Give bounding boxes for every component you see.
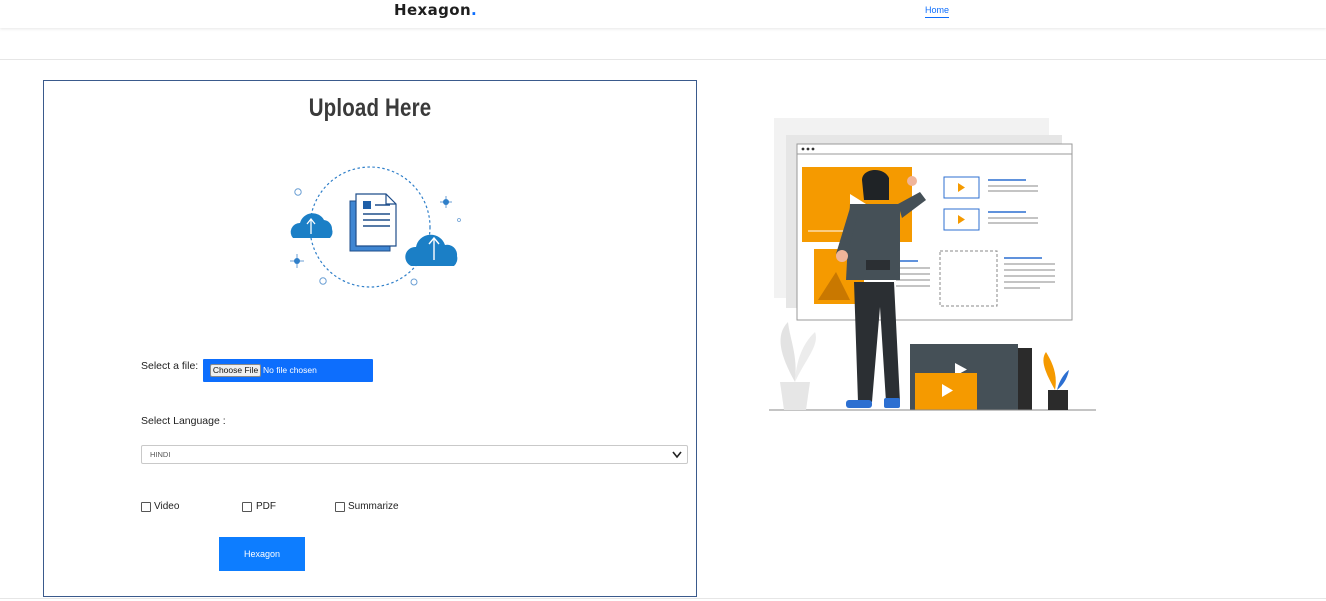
- video-checkbox[interactable]: [141, 502, 151, 512]
- language-select-value: HINDI: [150, 450, 171, 459]
- person-arranging-media-illustration: [769, 118, 1096, 411]
- upload-card: Upload Here Select a file: Choose File N…: [43, 80, 697, 597]
- summarize-checkbox-label: Summarize: [348, 501, 399, 512]
- footer-divider: [0, 598, 1326, 599]
- language-select[interactable]: HINDI: [141, 445, 688, 464]
- brand-logo[interactable]: Hexagon.: [394, 1, 477, 19]
- divider: [0, 59, 1326, 60]
- brand-dot: .: [471, 1, 478, 19]
- nav-link-home[interactable]: Home: [925, 5, 950, 18]
- file-label: Select a file:: [141, 360, 199, 372]
- pdf-checkbox[interactable]: [242, 502, 252, 512]
- choose-file-button[interactable]: Choose File: [210, 364, 261, 377]
- brand-name: Hexagon: [394, 1, 472, 19]
- summarize-checkbox[interactable]: [335, 502, 345, 512]
- file-input[interactable]: Choose File No file chosen: [203, 359, 373, 382]
- pdf-checkbox-label: PDF: [256, 501, 276, 512]
- language-label: Select Language :: [141, 415, 226, 427]
- upload-title: Upload Here: [308, 94, 432, 122]
- submit-button[interactable]: Hexagon: [219, 537, 305, 571]
- chevron-down-icon: [672, 451, 682, 459]
- cloud-upload-document-icon: [290, 166, 461, 288]
- navbar: Hexagon. Home: [0, 0, 1326, 28]
- video-checkbox-label: Video: [154, 501, 180, 512]
- file-status: No file chosen: [263, 365, 317, 375]
